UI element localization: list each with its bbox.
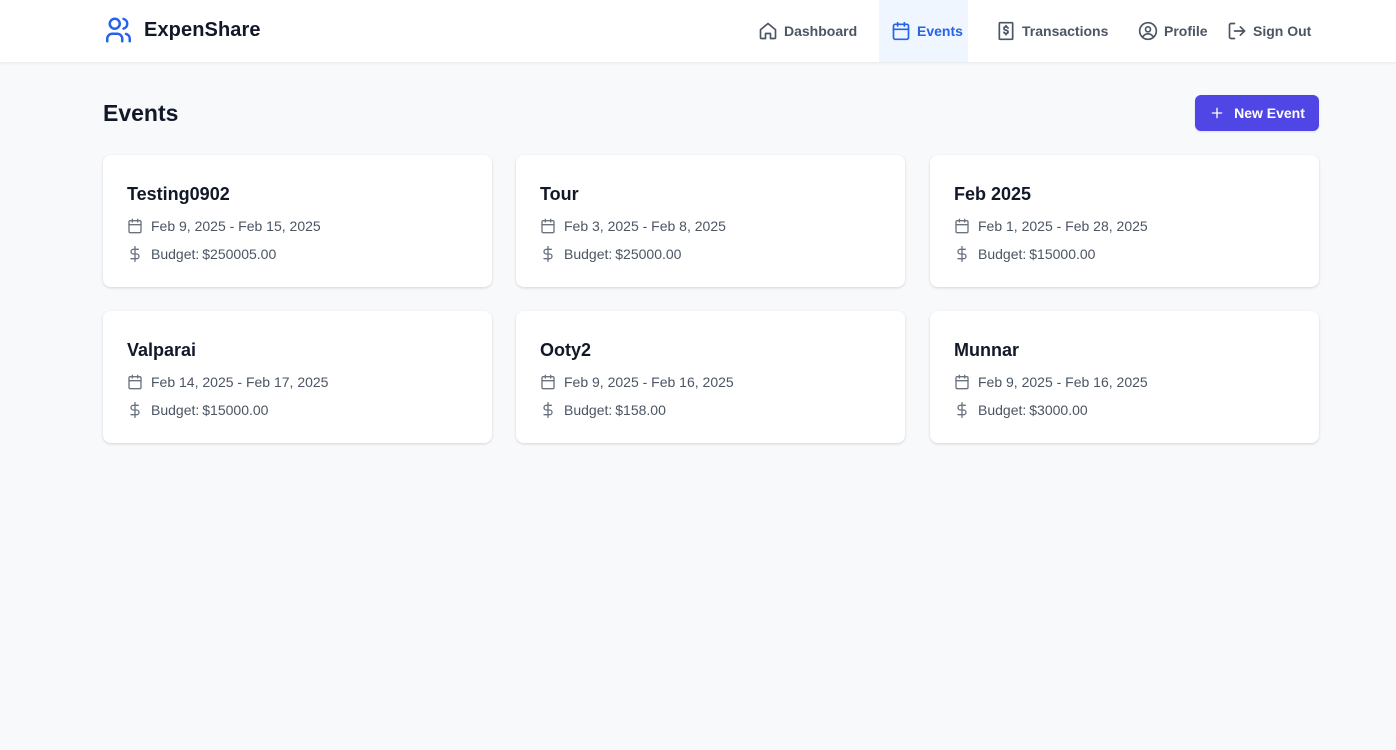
event-budget: Budget: $25000.00	[540, 244, 681, 264]
event-dates-text: Feb 1, 2025 - Feb 28, 2025	[978, 218, 1148, 234]
event-dates-text: Feb 3, 2025 - Feb 8, 2025	[564, 218, 726, 234]
event-dates-text: Feb 9, 2025 - Feb 16, 2025	[564, 374, 734, 390]
nav-events[interactable]: Events	[891, 0, 963, 62]
top-navbar: ExpenShare Dashboard Events Transactions	[0, 0, 1396, 62]
nav-dashboard[interactable]: Dashboard	[758, 0, 857, 62]
event-card[interactable]: Munnar Feb 9, 2025 - Feb 16, 2025 Budget…	[930, 311, 1319, 443]
users-icon	[106, 17, 131, 43]
calendar-icon	[955, 218, 969, 234]
budget-label: Budget:	[978, 246, 1027, 262]
dollar-icon	[543, 246, 553, 262]
calendar-icon	[955, 374, 969, 390]
home-icon	[759, 22, 777, 40]
calendar-icon	[128, 374, 142, 390]
plus-icon	[1211, 107, 1223, 119]
dollar-icon	[130, 402, 140, 418]
event-card[interactable]: Ooty2 Feb 9, 2025 - Feb 16, 2025 Budget:…	[516, 311, 905, 443]
event-dates: Feb 3, 2025 - Feb 8, 2025	[540, 216, 726, 236]
calendar-icon	[541, 218, 555, 234]
event-dates-text: Feb 9, 2025 - Feb 16, 2025	[978, 374, 1148, 390]
event-dates-text: Feb 14, 2025 - Feb 17, 2025	[151, 374, 329, 390]
user-circle-icon	[1138, 21, 1158, 41]
event-dates: Feb 14, 2025 - Feb 17, 2025	[127, 372, 328, 392]
event-name: Valparai	[127, 340, 197, 360]
new-event-button[interactable]: New Event	[1195, 95, 1319, 131]
event-budget: Budget: $3000.00	[954, 400, 1088, 420]
budget-value: $15000.00	[1029, 246, 1096, 262]
budget-value: $158.00	[615, 402, 666, 418]
event-name: Testing0902	[127, 184, 230, 204]
event-budget: Budget: $15000.00	[954, 244, 1095, 264]
event-dates: Feb 9, 2025 - Feb 16, 2025	[954, 372, 1148, 392]
event-budget: Budget: $15000.00	[127, 400, 268, 420]
dollar-icon	[957, 402, 967, 418]
nav-transactions-label: Transactions	[1022, 23, 1109, 39]
new-event-label: New Event	[1234, 105, 1305, 121]
event-name: Tour	[540, 184, 579, 204]
budget-value: $25000.00	[615, 246, 682, 262]
nav-sign-out-label: Sign Out	[1253, 23, 1312, 39]
budget-label: Budget:	[151, 402, 200, 418]
logout-icon	[1228, 22, 1246, 40]
event-name: Ooty2	[540, 340, 592, 360]
event-card[interactable]: Valparai Feb 14, 2025 - Feb 17, 2025 Bud…	[103, 311, 492, 443]
budget-label: Budget:	[151, 246, 200, 262]
nav-dashboard-label: Dashboard	[784, 23, 858, 39]
event-card[interactable]: Feb 2025 Feb 1, 2025 - Feb 28, 2025 Budg…	[930, 155, 1319, 287]
page-title: Events	[103, 100, 179, 126]
receipt-dollar-icon	[998, 21, 1014, 41]
event-card[interactable]: Testing0902 Feb 9, 2025 - Feb 15, 2025 B…	[103, 155, 492, 287]
budget-label: Budget:	[978, 402, 1027, 418]
event-dates: Feb 9, 2025 - Feb 15, 2025	[127, 216, 321, 236]
event-dates-text: Feb 9, 2025 - Feb 15, 2025	[151, 218, 321, 234]
brand-logo[interactable]: ExpenShare	[103, 14, 261, 46]
dollar-icon	[543, 402, 553, 418]
calendar-icon	[892, 21, 910, 41]
nav-events-label: Events	[917, 23, 963, 39]
budget-label: Budget:	[564, 402, 613, 418]
budget-label: Budget:	[564, 246, 613, 262]
app-name: ExpenShare	[144, 18, 261, 41]
event-name: Feb 2025	[954, 184, 1032, 204]
event-card[interactable]: Tour Feb 3, 2025 - Feb 8, 2025 Budget: $2…	[516, 155, 905, 287]
event-dates: Feb 1, 2025 - Feb 28, 2025	[954, 216, 1148, 236]
budget-value: $15000.00	[202, 402, 269, 418]
dollar-icon	[130, 246, 140, 262]
budget-value: $250005.00	[202, 246, 277, 262]
nav-profile-label: Profile	[1164, 23, 1208, 39]
calendar-icon	[128, 218, 142, 234]
nav-profile[interactable]: Profile	[1138, 0, 1208, 62]
calendar-icon	[541, 374, 555, 390]
event-name: Munnar	[954, 340, 1019, 360]
budget-value: $3000.00	[1029, 402, 1088, 418]
event-dates: Feb 9, 2025 - Feb 16, 2025	[540, 372, 734, 392]
nav-transactions[interactable]: Transactions	[996, 0, 1108, 62]
dollar-icon	[957, 246, 967, 262]
event-budget: Budget: $250005.00	[127, 244, 276, 264]
event-budget: Budget: $158.00	[540, 400, 666, 420]
nav-sign-out[interactable]: Sign Out	[1227, 0, 1311, 62]
